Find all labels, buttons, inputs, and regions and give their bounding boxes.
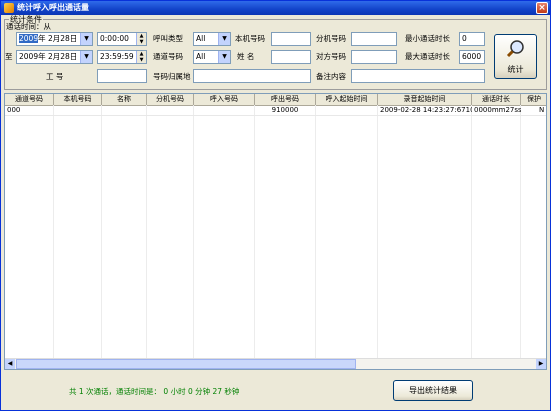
peer-number-input[interactable] xyxy=(351,50,397,64)
col-header[interactable]: 通话时长 xyxy=(472,94,521,105)
channel-select[interactable]: All ▼ xyxy=(193,50,231,64)
scroll-left-icon[interactable]: ◀ xyxy=(5,359,15,369)
from-date-picker[interactable]: 2009年 2月28日 ▼ xyxy=(16,32,93,46)
grid-line xyxy=(53,105,54,360)
from-year-suffix: 年 xyxy=(38,34,46,43)
grid-line xyxy=(101,105,102,360)
min-duration-label: 最小通话时长 xyxy=(405,34,450,43)
col-header[interactable]: 分机号码 xyxy=(147,94,194,105)
summary-text: 共 1 次通话，通话时间是： 0 小时 0 分钟 27 秒钟 xyxy=(69,387,240,396)
spin-down-icon[interactable]: ▼ xyxy=(137,57,146,63)
from-year: 2009 xyxy=(19,34,39,43)
table-cell xyxy=(54,106,101,115)
table-cell xyxy=(194,106,254,115)
extension-input[interactable] xyxy=(351,32,397,46)
grid-line xyxy=(254,105,255,360)
channel-label: 通道号码 xyxy=(153,52,183,61)
peer-number-label: 对方号码 xyxy=(316,52,346,61)
col-header[interactable]: 本机号码 xyxy=(54,94,102,105)
table-cell: 910000 xyxy=(271,106,299,114)
col-header[interactable]: 名称 xyxy=(102,94,147,105)
col-header[interactable]: 录音起始时间 xyxy=(378,94,472,105)
table-cell xyxy=(147,106,193,115)
chevron-down-icon[interactable]: ▼ xyxy=(218,51,230,63)
to-date-picker[interactable]: 2009年 2月28日 ▼ xyxy=(16,50,93,64)
note-label: 备注内容 xyxy=(316,72,346,81)
horizontal-scrollbar[interactable]: ◀ ▶ xyxy=(5,358,546,369)
title-bar[interactable]: 统计呼入呼出通话量 × xyxy=(1,1,550,15)
grid-line xyxy=(315,105,316,360)
call-type-label: 呼叫类型 xyxy=(153,34,183,43)
scroll-thumb[interactable] xyxy=(16,359,356,369)
from-date: 2月28日 xyxy=(47,34,78,43)
spin-down-icon[interactable]: ▼ xyxy=(137,39,146,45)
name-input[interactable] xyxy=(271,50,311,64)
number-region-label: 号码归属地 xyxy=(153,72,191,81)
col-header[interactable]: 呼出号码 xyxy=(255,94,316,105)
to-label: 至 xyxy=(5,52,13,61)
from-time-field[interactable]: 0:00:00 ▲ ▼ xyxy=(97,32,147,46)
results-table[interactable]: 通道号码 本机号码 名称 分机号码 呼入号码 呼出号码 呼入起始时间 录音起始时… xyxy=(4,93,547,370)
stats-button-label: 统计 xyxy=(507,65,524,74)
chevron-down-icon[interactable]: ▼ xyxy=(80,51,92,63)
to-time: 23:59:59 xyxy=(100,52,134,61)
min-duration-input[interactable]: 0 xyxy=(459,32,485,46)
table-header: 通道号码 本机号码 名称 分机号码 呼入号码 呼出号码 呼入起始时间 录音起始时… xyxy=(5,94,546,106)
time-label: 通话时间：从 xyxy=(6,22,51,31)
to-date: 2009年 2月28日 xyxy=(19,52,78,61)
chevron-down-icon[interactable]: ▼ xyxy=(218,33,230,45)
magnifier-icon xyxy=(506,40,524,58)
grid-line xyxy=(471,105,472,360)
from-time: 0:00:00 xyxy=(100,34,129,43)
grid-line xyxy=(193,105,194,360)
name-label: 姓 名 xyxy=(237,52,255,61)
export-button[interactable]: 导出统计结果 xyxy=(393,380,473,401)
col-header[interactable]: 保护 xyxy=(521,94,546,105)
to-time-spinner[interactable]: ▲ ▼ xyxy=(136,51,146,63)
app-icon xyxy=(4,3,14,13)
table-cell: N xyxy=(539,106,545,114)
table-cell xyxy=(102,106,146,115)
call-type-value: All xyxy=(196,34,206,43)
grid-line xyxy=(520,105,521,360)
to-time-field[interactable]: 23:59:59 ▲ ▼ xyxy=(97,50,147,64)
chevron-down-icon[interactable]: ▼ xyxy=(80,33,92,45)
close-button[interactable]: × xyxy=(536,2,548,14)
local-number-input[interactable] xyxy=(271,32,311,46)
scroll-right-icon[interactable]: ▶ xyxy=(536,359,546,369)
grid-line xyxy=(146,105,147,360)
employee-id-label: 工 号 xyxy=(46,72,64,81)
stats-button[interactable]: 统计 xyxy=(494,34,537,79)
number-region-input[interactable] xyxy=(193,69,311,83)
col-header[interactable]: 通道号码 xyxy=(5,94,54,105)
col-header[interactable]: 呼入起始时间 xyxy=(316,94,378,105)
grid-line xyxy=(377,105,378,360)
max-duration-label: 最大通话时长 xyxy=(405,52,450,61)
table-cell xyxy=(316,106,377,115)
note-input[interactable] xyxy=(351,69,485,83)
channel-value: All xyxy=(196,52,206,61)
call-type-select[interactable]: All ▼ xyxy=(193,32,231,46)
local-number-label: 本机号码 xyxy=(235,34,265,43)
table-cell: 000 xyxy=(7,106,21,114)
employee-id-input[interactable] xyxy=(97,69,147,83)
table-cell: 0000mm27ss xyxy=(474,106,521,114)
main-window: 统计呼入呼出通话量 × 统计条件 通话时间：从 2009年 2月28日 ▼ 0:… xyxy=(0,0,551,411)
max-duration-input[interactable]: 6000 xyxy=(459,50,485,64)
window-title: 统计呼入呼出通话量 xyxy=(17,3,89,12)
table-cell: 2009-02-28 14:23:27:671000 xyxy=(380,106,472,114)
table-row[interactable]: 000 910000 2009-02-28 14:23:27:671000 00… xyxy=(5,106,546,116)
extension-label: 分机号码 xyxy=(316,34,346,43)
col-header[interactable]: 呼入号码 xyxy=(194,94,255,105)
from-time-spinner[interactable]: ▲ ▼ xyxy=(136,33,146,45)
